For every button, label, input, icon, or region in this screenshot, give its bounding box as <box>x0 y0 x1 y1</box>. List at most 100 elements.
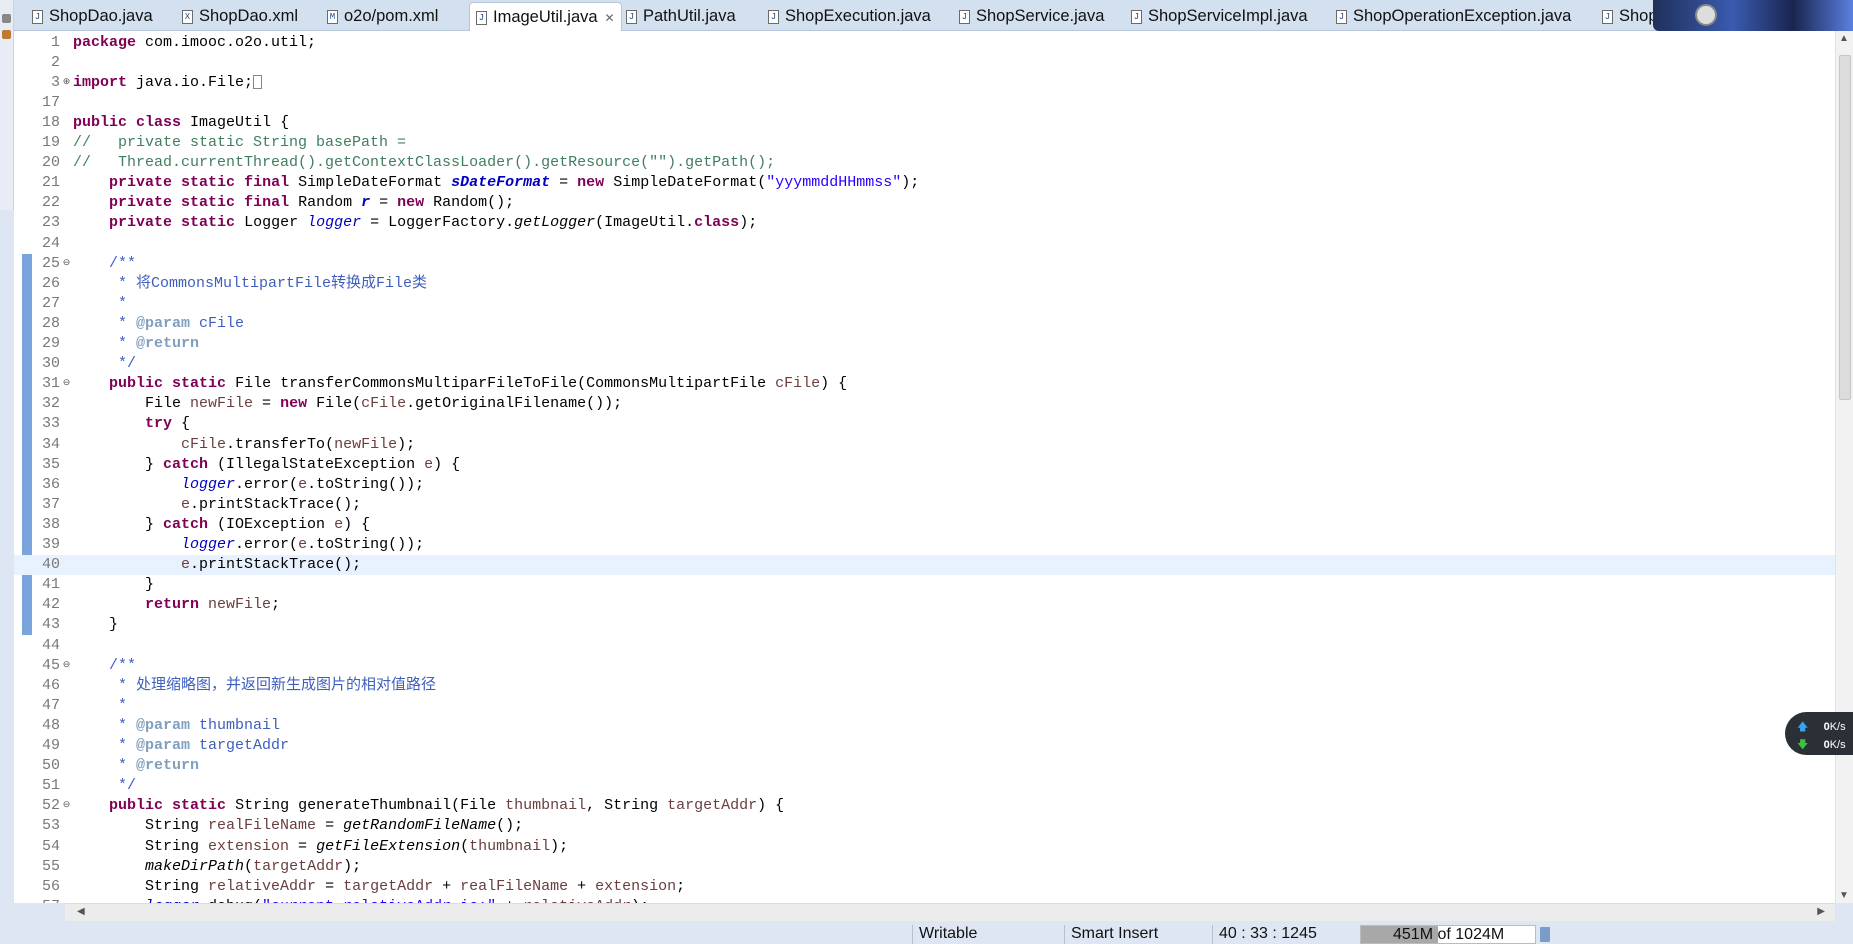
file-icon: J <box>1131 9 1142 24</box>
code-line[interactable]: 38 } catch (IOException e) { <box>14 515 1835 535</box>
code-text: package com.imooc.o2o.util; <box>73 33 316 53</box>
line-number: 43 <box>41 616 60 634</box>
code-line[interactable]: 37 e.printStackTrace(); <box>14 495 1835 515</box>
code-line[interactable]: 45 ⊖ /** <box>14 656 1835 676</box>
collapse-fold-icon[interactable]: ⊖ <box>62 258 71 268</box>
garbage-collect-icon[interactable] <box>1540 927 1550 942</box>
code-line[interactable]: 53 String realFileName = getRandomFileNa… <box>14 816 1835 836</box>
code-line[interactable]: 49 * @param targetAddr <box>14 736 1835 756</box>
code-line[interactable]: 28 * @param cFile <box>14 314 1835 334</box>
scroll-down-icon[interactable]: ▼ <box>1839 890 1849 901</box>
code-line[interactable]: 31 ⊖ public static File transferCommonsMu… <box>14 374 1835 394</box>
file-icon: J <box>626 9 637 24</box>
scrollbar-thumb[interactable] <box>1839 55 1851 400</box>
code-token: @return <box>136 757 200 775</box>
scroll-up-icon[interactable]: ▲ <box>1839 33 1849 44</box>
code-line[interactable]: 21 private static final SimpleDateFormat… <box>14 173 1835 193</box>
code-line[interactable]: 25 ⊖ /** <box>14 254 1835 274</box>
vertical-scrollbar[interactable]: ▲ ▼ <box>1835 31 1853 903</box>
code-token: java.io.File; <box>127 73 254 91</box>
code-line[interactable]: 27 * <box>14 294 1835 314</box>
line-number: 37 <box>41 495 60 513</box>
collapse-fold-icon[interactable]: ⊖ <box>62 379 71 388</box>
code-line[interactable]: 22 private static final Random r = new R… <box>14 193 1835 213</box>
code-line[interactable]: 3 ⊕ import java.io.File; <box>14 73 1835 93</box>
code-line[interactable]: 42 return newFile; <box>14 595 1835 615</box>
code-line[interactable]: 23 private static Logger logger = Logger… <box>14 213 1835 233</box>
expand-fold-icon[interactable]: ⊕ <box>62 77 71 87</box>
tab-shopdao-xml[interactable]: X ShopDao.xml <box>176 2 304 31</box>
code-line[interactable]: 17 <box>14 93 1835 113</box>
code-line[interactable]: 24 <box>14 234 1835 254</box>
close-tab-icon[interactable]: ✕ <box>605 11 615 25</box>
tab-shopoperationexception-java[interactable]: J ShopOperationException.java <box>1330 2 1577 31</box>
tab-shopexecution-java[interactable]: J ShopExecution.java <box>762 2 937 31</box>
code-token: } <box>73 576 155 594</box>
view-icon[interactable] <box>2 30 11 39</box>
code-text: private static final Random r = new Rand… <box>73 193 514 213</box>
code-line[interactable]: 46 * 处理缩略图，并返回新生成图片的相对值路径 <box>14 676 1835 696</box>
code-line[interactable]: 52 ⊖ public static String generateThumbna… <box>14 796 1835 816</box>
code-line[interactable]: 55 makeDirPath(targetAddr); <box>14 857 1835 877</box>
collapsed-imports-marker[interactable] <box>253 74 263 89</box>
code-line[interactable]: 56 String relativeAddr = targetAddr + re… <box>14 877 1835 897</box>
scroll-left-icon[interactable]: ◀ <box>77 906 85 917</box>
code-token: class <box>694 214 740 232</box>
code-line[interactable]: 19 // private static String basePath = <box>14 133 1835 153</box>
heap-status[interactable]: 451M of 1024M <box>1360 925 1536 944</box>
code-line[interactable]: 18 public class ImageUtil { <box>14 113 1835 133</box>
code-token: @param <box>136 314 191 332</box>
code-line[interactable]: 34 cFile.transferTo(newFile); <box>14 435 1835 455</box>
code-line[interactable]: 30 */ <box>14 354 1835 374</box>
code-line[interactable]: 35 } catch (IllegalStateException e) { <box>14 455 1835 475</box>
code-line[interactable]: 29 * @return <box>14 334 1835 354</box>
code-text: String extension = getFileExtension(thum… <box>73 837 568 857</box>
code-line[interactable]: 51 */ <box>14 776 1835 796</box>
code-token: relativeAddr <box>208 877 317 895</box>
tab-shopserviceimpl-java[interactable]: J ShopServiceImpl.java <box>1125 2 1314 31</box>
code-line[interactable]: 33 try { <box>14 414 1835 434</box>
code-token: private <box>109 214 173 232</box>
code-line[interactable]: 47 * <box>14 696 1835 716</box>
code-line[interactable]: 39 logger.error(e.toString()); <box>14 535 1835 555</box>
code-line[interactable]: 32 File newFile = new File(cFile.getOrig… <box>14 394 1835 414</box>
code-line[interactable]: 20 // Thread.currentThread().getContextCl… <box>14 153 1835 173</box>
restore-icon[interactable] <box>2 14 11 23</box>
code-line[interactable]: 26 * 将CommonsMultipartFile转换成File类 <box>14 274 1835 294</box>
scroll-right-icon[interactable]: ▶ <box>1817 906 1825 917</box>
code-line[interactable]: 2 <box>14 53 1835 73</box>
code-text: return newFile; <box>73 595 280 615</box>
line-number: 3 <box>50 73 60 91</box>
code-line[interactable]: 48 * @param thumbnail <box>14 716 1835 736</box>
code-line[interactable]: 40 e.printStackTrace(); <box>14 555 1835 576</box>
code-line[interactable]: 54 String extension = getFileExtension(t… <box>14 837 1835 857</box>
tab-imageutil-java[interactable]: J ImageUtil.java ✕ <box>469 2 622 32</box>
decorative-skin-image <box>1653 0 1853 31</box>
line-number: 44 <box>41 636 60 654</box>
code-token: package <box>73 33 137 51</box>
code-line[interactable]: 36 logger.error(e.toString()); <box>14 475 1835 495</box>
tab-pathutil-java[interactable]: J PathUtil.java <box>620 2 742 31</box>
code-line[interactable]: 43 } <box>14 615 1835 635</box>
code-line[interactable]: 1 package com.imooc.o2o.util; <box>14 33 1835 53</box>
tab-shopdao-java[interactable]: J ShopDao.java <box>26 2 159 31</box>
line-number: 36 <box>41 475 60 493</box>
code-token: e <box>181 556 191 574</box>
tab-o2o-pom-xml[interactable]: Mo2o/pom.xml <box>321 2 444 31</box>
tab-shopservice-java[interactable]: J ShopService.java <box>953 2 1110 31</box>
collapse-fold-icon[interactable]: ⊖ <box>62 801 71 810</box>
line-number: 25 <box>41 254 60 272</box>
code-line[interactable]: 50 * @return <box>14 756 1835 776</box>
horizontal-scrollbar[interactable]: ◀ ▶ <box>65 903 1835 921</box>
code-line[interactable]: 44 <box>14 636 1835 656</box>
code-token: Random(); <box>424 194 515 212</box>
code-line[interactable]: 41 } <box>14 575 1835 595</box>
tab-label: ShopServiceImpl.java <box>1148 7 1308 25</box>
collapse-fold-icon[interactable]: ⊖ <box>62 660 71 670</box>
code-editor[interactable]: 1 package com.imooc.o2o.util; 2 3 ⊕ import ja… <box>14 31 1835 903</box>
code-token: catch <box>163 515 209 533</box>
